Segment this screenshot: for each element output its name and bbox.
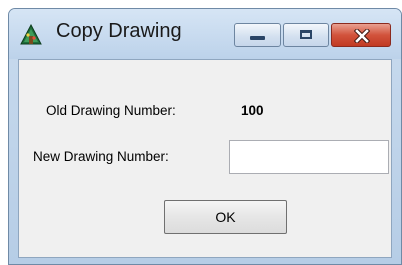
old-drawing-number-label: Old Drawing Number: xyxy=(46,103,176,118)
minimize-icon xyxy=(250,36,265,40)
maximize-icon xyxy=(300,30,312,39)
drawing-tree-icon xyxy=(19,23,43,46)
title-bar[interactable]: Copy Drawing xyxy=(9,9,401,59)
window-title: Copy Drawing xyxy=(56,20,182,42)
new-drawing-number-label: New Drawing Number: xyxy=(33,149,169,164)
ok-button[interactable]: OK xyxy=(164,200,287,234)
old-drawing-number-value: 100 xyxy=(241,103,264,118)
close-button[interactable] xyxy=(331,23,391,47)
new-drawing-number-input[interactable] xyxy=(229,140,389,174)
dialog-body: Old Drawing Number: 100 New Drawing Numb… xyxy=(18,59,392,258)
maximize-button[interactable] xyxy=(283,23,329,47)
minimize-button[interactable] xyxy=(234,23,281,47)
close-icon xyxy=(353,27,371,45)
copy-drawing-dialog: Copy Drawing Old Drawing Number: 100 New… xyxy=(8,8,402,265)
